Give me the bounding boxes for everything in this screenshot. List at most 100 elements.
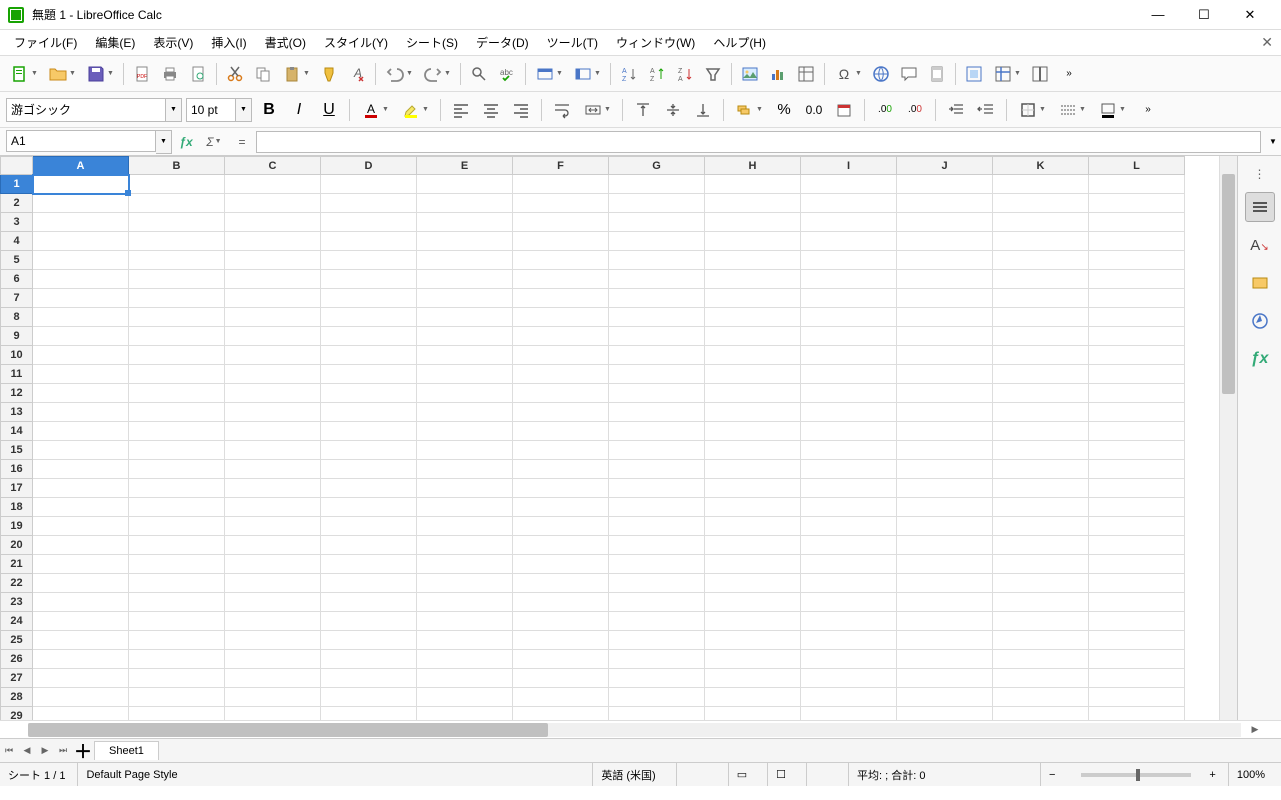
cell[interactable] (321, 631, 417, 650)
sidebar-settings-icon[interactable]: ⋮ (1246, 164, 1274, 184)
cell[interactable] (129, 251, 225, 270)
cell[interactable] (705, 365, 801, 384)
border-color-button[interactable]: ▼ (1094, 97, 1130, 123)
cell[interactable] (897, 574, 993, 593)
cell[interactable] (705, 479, 801, 498)
cell[interactable] (993, 365, 1089, 384)
cell[interactable] (609, 327, 705, 346)
cell[interactable] (705, 707, 801, 721)
cell[interactable] (1089, 574, 1185, 593)
row-header[interactable]: 24 (1, 612, 33, 631)
cell[interactable] (897, 650, 993, 669)
row-header[interactable]: 5 (1, 251, 33, 270)
cell[interactable] (801, 384, 897, 403)
autofilter-button[interactable] (700, 61, 726, 87)
cell[interactable] (993, 346, 1089, 365)
cell[interactable] (705, 346, 801, 365)
cell[interactable] (801, 460, 897, 479)
cell[interactable] (705, 536, 801, 555)
formula-bar-expand[interactable]: ▼ (1265, 131, 1281, 153)
cell[interactable] (417, 555, 513, 574)
cell[interactable] (33, 194, 129, 213)
menu-sheet[interactable]: シート(S) (398, 30, 466, 55)
cell[interactable] (609, 384, 705, 403)
new-button[interactable]: ▼ (6, 61, 42, 87)
cell[interactable] (1089, 460, 1185, 479)
align-middle-button[interactable] (660, 97, 686, 123)
cell[interactable] (609, 479, 705, 498)
cell[interactable] (417, 593, 513, 612)
split-window-button[interactable] (1027, 61, 1053, 87)
cell[interactable] (129, 308, 225, 327)
cell[interactable] (897, 479, 993, 498)
cell[interactable] (897, 175, 993, 194)
cell[interactable] (1089, 213, 1185, 232)
cell[interactable] (609, 612, 705, 631)
cell[interactable] (609, 460, 705, 479)
row-header[interactable]: 10 (1, 346, 33, 365)
cell[interactable] (897, 308, 993, 327)
cell[interactable] (33, 308, 129, 327)
cell[interactable] (129, 574, 225, 593)
cell[interactable] (321, 308, 417, 327)
column-header[interactable]: I (801, 157, 897, 175)
row-header[interactable]: 2 (1, 194, 33, 213)
cell[interactable] (1089, 479, 1185, 498)
row-header[interactable]: 16 (1, 460, 33, 479)
cell[interactable] (801, 536, 897, 555)
tab-last-button[interactable]: ⏭ (54, 741, 72, 761)
column-header[interactable]: B (129, 157, 225, 175)
toolbar-overflow[interactable]: » (1055, 61, 1081, 87)
cell[interactable] (993, 498, 1089, 517)
paste-button[interactable]: ▼ (278, 61, 314, 87)
cell[interactable] (801, 327, 897, 346)
cell[interactable] (801, 194, 897, 213)
cell[interactable] (225, 403, 321, 422)
cell[interactable] (513, 384, 609, 403)
cell[interactable] (225, 498, 321, 517)
cell[interactable] (129, 365, 225, 384)
cell[interactable] (321, 650, 417, 669)
cell[interactable] (1089, 536, 1185, 555)
cell[interactable] (897, 593, 993, 612)
cell[interactable] (321, 194, 417, 213)
cell[interactable] (513, 327, 609, 346)
cell[interactable] (33, 251, 129, 270)
cell[interactable] (129, 669, 225, 688)
cell[interactable] (705, 555, 801, 574)
sidebar-styles-button[interactable]: A↘ (1245, 230, 1275, 260)
cell[interactable] (705, 612, 801, 631)
cell[interactable] (417, 232, 513, 251)
cell[interactable] (321, 517, 417, 536)
cell[interactable] (609, 289, 705, 308)
minimize-button[interactable]: — (1135, 0, 1181, 30)
row-header[interactable]: 3 (1, 213, 33, 232)
sort-button[interactable]: AZ (616, 61, 642, 87)
row-header[interactable]: 22 (1, 574, 33, 593)
cell[interactable] (801, 517, 897, 536)
status-selection-mode[interactable]: ▭ (728, 763, 755, 786)
sort-desc-button[interactable]: ZA (672, 61, 698, 87)
row-header[interactable]: 9 (1, 327, 33, 346)
copy-button[interactable] (250, 61, 276, 87)
cell[interactable] (801, 669, 897, 688)
cell[interactable] (417, 384, 513, 403)
cell[interactable] (33, 365, 129, 384)
cell[interactable] (417, 175, 513, 194)
cell[interactable] (1089, 498, 1185, 517)
cell[interactable] (513, 251, 609, 270)
cell[interactable] (417, 289, 513, 308)
cell[interactable] (801, 555, 897, 574)
cell[interactable] (801, 403, 897, 422)
align-left-button[interactable] (448, 97, 474, 123)
cell[interactable] (225, 251, 321, 270)
cell[interactable] (129, 555, 225, 574)
cell[interactable] (513, 555, 609, 574)
cell[interactable] (801, 232, 897, 251)
cell[interactable] (321, 479, 417, 498)
cell[interactable] (321, 270, 417, 289)
cell[interactable] (33, 422, 129, 441)
cell[interactable] (1089, 517, 1185, 536)
cell[interactable] (897, 270, 993, 289)
cell[interactable] (705, 631, 801, 650)
